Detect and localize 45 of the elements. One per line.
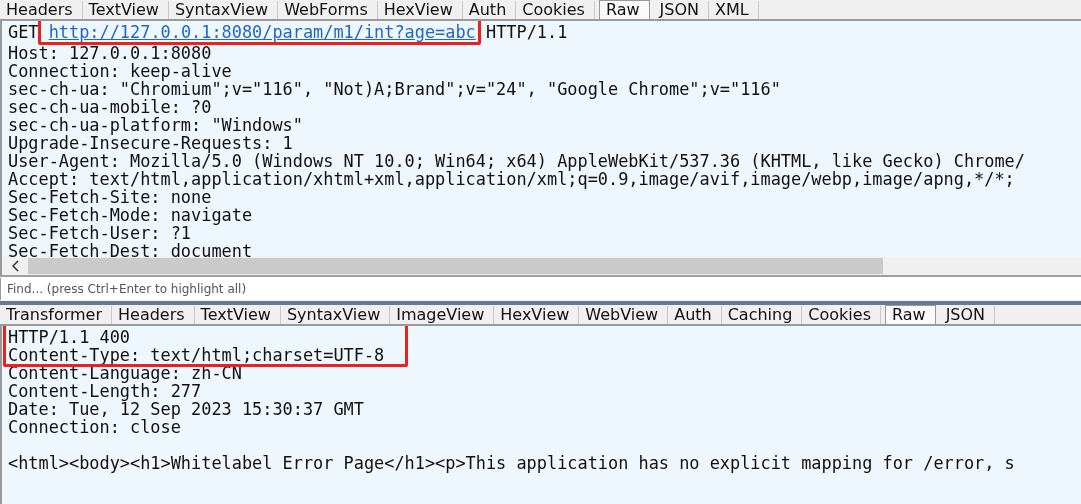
- scrollbar-thumb[interactable]: [28, 258, 883, 274]
- tab[interactable]: JSON: [653, 1, 709, 19]
- tab[interactable]: Caching: [721, 306, 803, 324]
- tab[interactable]: HexView: [377, 1, 463, 19]
- tab[interactable]: Auth: [668, 306, 722, 324]
- header-line: User-Agent: Mozilla/5.0 (Windows NT 10.0; Win64; x64) AppleWebKit/537.36 (KHTML, like Gecko) Chrome/: [8, 152, 1026, 170]
- tab[interactable]: SyntaxView: [280, 306, 391, 324]
- http-version: HTTP/1.1: [485, 22, 568, 42]
- tab[interactable]: XML: [709, 1, 759, 19]
- tab[interactable]: Headers: [112, 306, 195, 324]
- request-url[interactable]: http://127.0.0.1:8080/param/m1/int?age=abc: [48, 22, 476, 42]
- header-line: Accept: text/html,application/xhtml+xml,application/xml;q=0.9,image/avif,image/webp,image/apng,*/*;: [8, 170, 1016, 188]
- scroll-left-icon[interactable]: [10, 260, 22, 272]
- tab[interactable]: Raw: [598, 0, 650, 19]
- header-line: Host: 127.0.0.1:8080: [8, 44, 213, 62]
- http-method: GET: [8, 22, 39, 42]
- tab[interactable]: Raw: [885, 305, 936, 324]
- response-line: HTTP/1.1 400: [8, 328, 132, 346]
- header-line: Connection: keep-alive: [8, 62, 232, 80]
- header-line: Sec-Fetch-Dest: document: [8, 242, 254, 257]
- response-line: <html><body><h1>Whitelabel Error Page</h1><p>This application has no explicit mapping for /error, s: [8, 454, 1016, 472]
- tab[interactable]: Headers: [0, 1, 83, 19]
- tab[interactable]: Cookies: [516, 1, 595, 19]
- header-line: Sec-Fetch-Mode: navigate: [8, 206, 254, 224]
- response-line: Content-Length: 277: [8, 382, 203, 400]
- response-line: Connection: close: [8, 418, 182, 439]
- tab[interactable]: WebView: [579, 306, 669, 324]
- tab[interactable]: TextView: [194, 306, 281, 324]
- header-line: Sec-Fetch-User: ?1: [8, 224, 192, 242]
- tab[interactable]: TextView: [82, 1, 169, 19]
- header-line: sec-ch-ua-platform: "Windows": [8, 116, 304, 134]
- tab[interactable]: JSON: [939, 306, 996, 324]
- tab[interactable]: ImageView: [390, 306, 495, 324]
- response-line: Content-Type: text/html;charset=UTF-8: [8, 346, 386, 364]
- header-line: sec-ch-ua: "Chromium";v="116", "Not)A;Brand";v="24", "Google Chrome";v="116": [8, 80, 782, 98]
- tab[interactable]: Auth: [462, 1, 517, 19]
- header-line: sec-ch-ua-mobile: ?0: [8, 98, 213, 116]
- tab[interactable]: WebForms: [278, 1, 378, 19]
- header-line: Upgrade-Insecure-Requests: 1: [8, 134, 293, 152]
- header-line: Sec-Fetch-Site: none: [8, 188, 212, 206]
- tab[interactable]: Transformer: [0, 306, 112, 324]
- tab[interactable]: Cookies: [802, 306, 881, 324]
- tab[interactable]: HexView: [494, 306, 580, 324]
- tab[interactable]: SyntaxView: [168, 1, 279, 19]
- response-line: Date: Tue, 12 Sep 2023 15:30:37 GMT: [8, 400, 365, 418]
